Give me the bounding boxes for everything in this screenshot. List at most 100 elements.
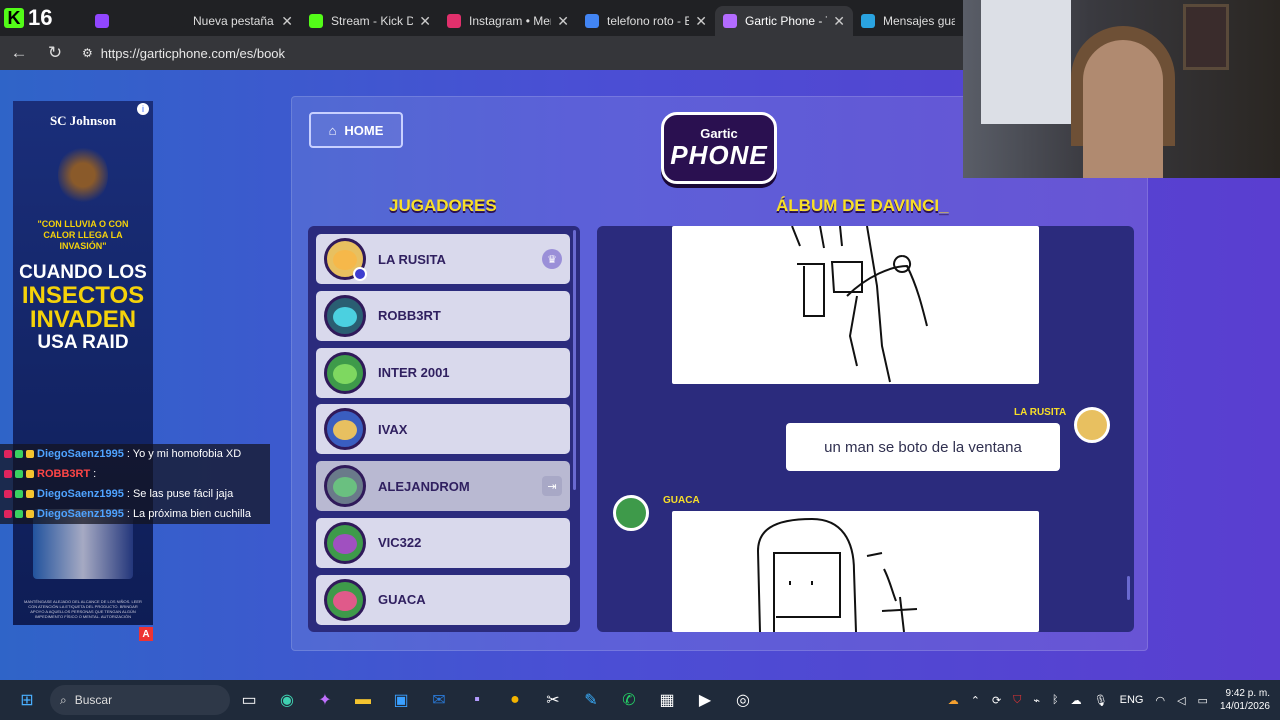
player-avatar (324, 408, 366, 451)
player-avatar (324, 578, 366, 621)
stream-chat-overlay: DiegoSaenz1995: Yo y mi homofobia XD ROBB… (0, 444, 270, 524)
mic-icon[interactable]: 🎙 (1094, 694, 1108, 707)
chat-badge-icon (26, 510, 34, 518)
entry-1-avatar (1074, 407, 1110, 443)
ad-choices-icon[interactable]: A (139, 627, 153, 641)
avatar-face (333, 250, 357, 270)
battery-icon[interactable]: ▭ (1198, 694, 1208, 707)
player-row[interactable]: GUACA (316, 574, 570, 625)
chat-username: DiegoSaenz1995 (37, 508, 124, 520)
player-row[interactable]: ALEJANDROM ⇥ (316, 461, 570, 512)
drawing-1-sketch (791, 226, 928, 383)
players-scrollbar[interactable] (573, 230, 576, 490)
close-tab-icon[interactable]: ✕ (419, 13, 431, 30)
back-icon[interactable]: ← (10, 43, 28, 63)
player-row[interactable]: ROBB3RT (316, 290, 570, 341)
media-player-icon[interactable]: ▶ (686, 680, 724, 720)
ad-info-icon[interactable]: i (137, 103, 149, 115)
task-view-icon[interactable]: ▭ (230, 680, 268, 720)
browser-tab[interactable]: Stream - Kick Dash ✕ (301, 6, 439, 36)
taskbar-search[interactable]: ⌕ Buscar (50, 685, 230, 715)
kick-logo-icon: K (4, 8, 24, 28)
insect-image (58, 145, 108, 205)
avatar-face (333, 420, 357, 441)
twitch-icon (95, 14, 109, 28)
browser-tab[interactable]: Gartic Phone - Tele ✕ (715, 6, 853, 36)
player-row[interactable]: IVAX (316, 404, 570, 455)
logo-top-text: Gartic (700, 125, 738, 141)
store-icon[interactable]: ▣ (382, 680, 420, 720)
tab-title: Gartic Phone - Tele (745, 14, 827, 28)
drawing-2-sketch (756, 517, 918, 632)
entry-1-text: un man se boto de la ventana (786, 423, 1060, 471)
browser-tab[interactable]: Instagram • Mensa ✕ (439, 6, 577, 36)
shield-icon[interactable]: ⛉ (1013, 694, 1021, 707)
paint-icon[interactable]: ✎ (572, 680, 610, 720)
obs-icon[interactable]: ◎ (724, 680, 762, 720)
ad-brand: SC Johnson (49, 113, 117, 128)
language-indicator[interactable]: ENG (1120, 694, 1144, 706)
outlook-icon[interactable]: ✉ (420, 680, 458, 720)
chat-message: DiegoSaenz1995: Yo y mi homofobia XD (0, 444, 270, 464)
browser-tab[interactable]: telefono roto - Bús ✕ (577, 6, 715, 36)
close-tab-icon[interactable]: ✕ (695, 13, 707, 30)
album-view[interactable]: LA RUSITA un man se boto de la ventana G… (597, 226, 1134, 632)
weather-icon[interactable]: ☁ (948, 694, 959, 707)
calculator-icon[interactable]: ▦ (648, 680, 686, 720)
players-list[interactable]: LA RUSITA ♛ ROBB3RT INTER 2001 IVAX ALEJANDRO… (308, 226, 580, 632)
player-avatar (324, 465, 366, 508)
raid-ad-banner[interactable]: i SC Johnson "CON LLUVIA O CON CALOR LLE… (13, 101, 153, 625)
tab-title: telefono roto - Bús (607, 14, 690, 28)
browser-tab[interactable]: Mensajes guardad✕ (853, 6, 981, 36)
home-label: HOME (344, 122, 384, 138)
volume-icon[interactable]: ◁ (1177, 694, 1185, 707)
close-tab-icon[interactable]: ✕ (833, 13, 845, 30)
close-tab-icon[interactable]: ✕ (557, 13, 569, 30)
usb-icon[interactable]: ⌁ (1033, 694, 1040, 707)
tray-chevron-icon[interactable]: ⌃ (971, 694, 980, 707)
url-text[interactable]: https://garticphone.com/es/book (101, 46, 285, 61)
capcut-icon[interactable]: ✂ (534, 680, 572, 720)
telegram-icon (861, 14, 875, 28)
onedrive-icon[interactable]: ☁ (1071, 694, 1082, 707)
clock[interactable]: 9:42 p. m. 14/01/2026 (1220, 687, 1270, 713)
browser-tab[interactable] (87, 6, 163, 36)
entry-2-author: GUACA (663, 495, 700, 506)
bluetooth-icon[interactable]: ᛒ (1052, 694, 1059, 706)
player-row[interactable]: LA RUSITA ♛ (316, 234, 570, 284)
live-count: 16 (28, 5, 53, 30)
chrome-icon[interactable]: ● (496, 680, 534, 720)
edge-icon[interactable]: ◉ (268, 680, 306, 720)
close-tab-icon[interactable]: ✕ (281, 13, 293, 30)
windows-start-icon[interactable]: ⊞ (8, 680, 46, 720)
phone-icon (723, 14, 737, 28)
sync-icon[interactable]: ⟳ (992, 694, 1001, 707)
player-row[interactable]: VIC322 (316, 517, 570, 568)
chat-message: DiegoSaenz1995: La próxima bien cuchilla (0, 504, 270, 524)
player-avatar (324, 294, 366, 337)
streamer-webcam (963, 0, 1280, 178)
file-explorer-icon[interactable]: ▬ (344, 680, 382, 720)
chat-username: ROBB3RT (37, 468, 91, 480)
ad-headline: CUANDO LOS INSECTOS INVADEN USA RAID (13, 262, 153, 354)
player-avatar (324, 521, 366, 564)
ad-headline-3: INVADEN (29, 306, 137, 333)
reload-icon[interactable]: ↻ (46, 43, 64, 63)
browser-tab[interactable]: Nueva pestaña ✕ (163, 6, 301, 36)
system-tray: ☁ ⌃ ⟳ ⛉ ⌁ ᛒ ☁ 🎙 ENG ◠ ◁ ▭ 9:42 p. m. 14/… (948, 680, 1280, 720)
copilot-icon[interactable]: ✦ (306, 680, 344, 720)
wifi-icon[interactable]: ◠ (1155, 694, 1165, 707)
drawing-1 (672, 226, 1039, 384)
chat-badge-icon (15, 450, 23, 458)
chat-text: : Se las puse fácil jaja (126, 488, 234, 500)
chat-badge-icon (4, 470, 12, 478)
album-scrollbar[interactable] (1127, 576, 1130, 600)
whatsapp-icon[interactable]: ✆ (610, 680, 648, 720)
url-field[interactable]: ⚙ https://garticphone.com/es/book (82, 46, 285, 61)
premiere-icon[interactable]: ▪ (458, 680, 496, 720)
tab-title: Instagram • Mensa (469, 14, 551, 28)
home-button[interactable]: ⌂ HOME (309, 112, 403, 148)
tab-title: Mensajes guardad (883, 14, 956, 28)
site-info-icon[interactable]: ⚙ (82, 46, 93, 60)
player-row[interactable]: INTER 2001 (316, 347, 570, 398)
